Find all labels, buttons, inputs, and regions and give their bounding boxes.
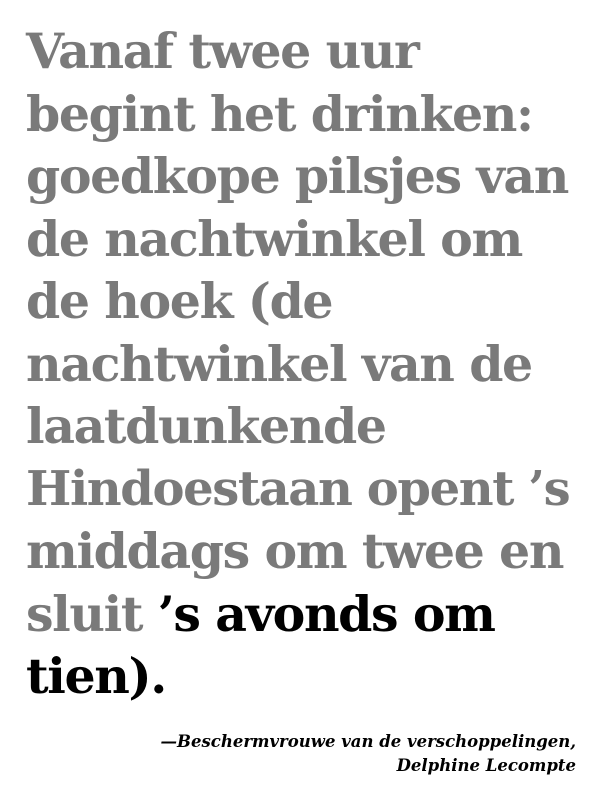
quote-line-10-gray: sluit [26, 584, 158, 643]
quote-text: Vanaf twee uur begint het drinken: goedk… [26, 20, 574, 708]
quote-line-10: sluit ’s avonds om [26, 583, 574, 646]
quote-line-4: de nachtwinkel om [26, 209, 523, 268]
quote-page: Vanaf twee uur begint het drinken: goedk… [0, 0, 600, 800]
attribution-source: —Beschermvrouwe van de verschoppelingen, [160, 732, 576, 751]
quote-line-3: goedkope pilsjes van [26, 147, 569, 205]
quote-line-10-highlight: ’s avonds om [157, 584, 496, 643]
quote-line-7: laatdunkende [26, 397, 387, 455]
quote-line-6: nachtwinkel van de [26, 334, 533, 393]
attribution-author: Delphine Lecompte [396, 756, 576, 775]
quote-line-5: de hoek (de [26, 272, 334, 330]
quote-line-11-highlight: tien). [26, 647, 167, 705]
quote-line-2: begint het drinken: [26, 84, 534, 143]
attribution: —Beschermvrouwe van de verschoppelingen,… [161, 730, 576, 778]
quote-line-8: Hindoestaan opent ’s [26, 460, 571, 517]
quote-line-1: Vanaf twee uur [26, 22, 420, 80]
quote-line-9: middags om twee en [26, 522, 564, 580]
